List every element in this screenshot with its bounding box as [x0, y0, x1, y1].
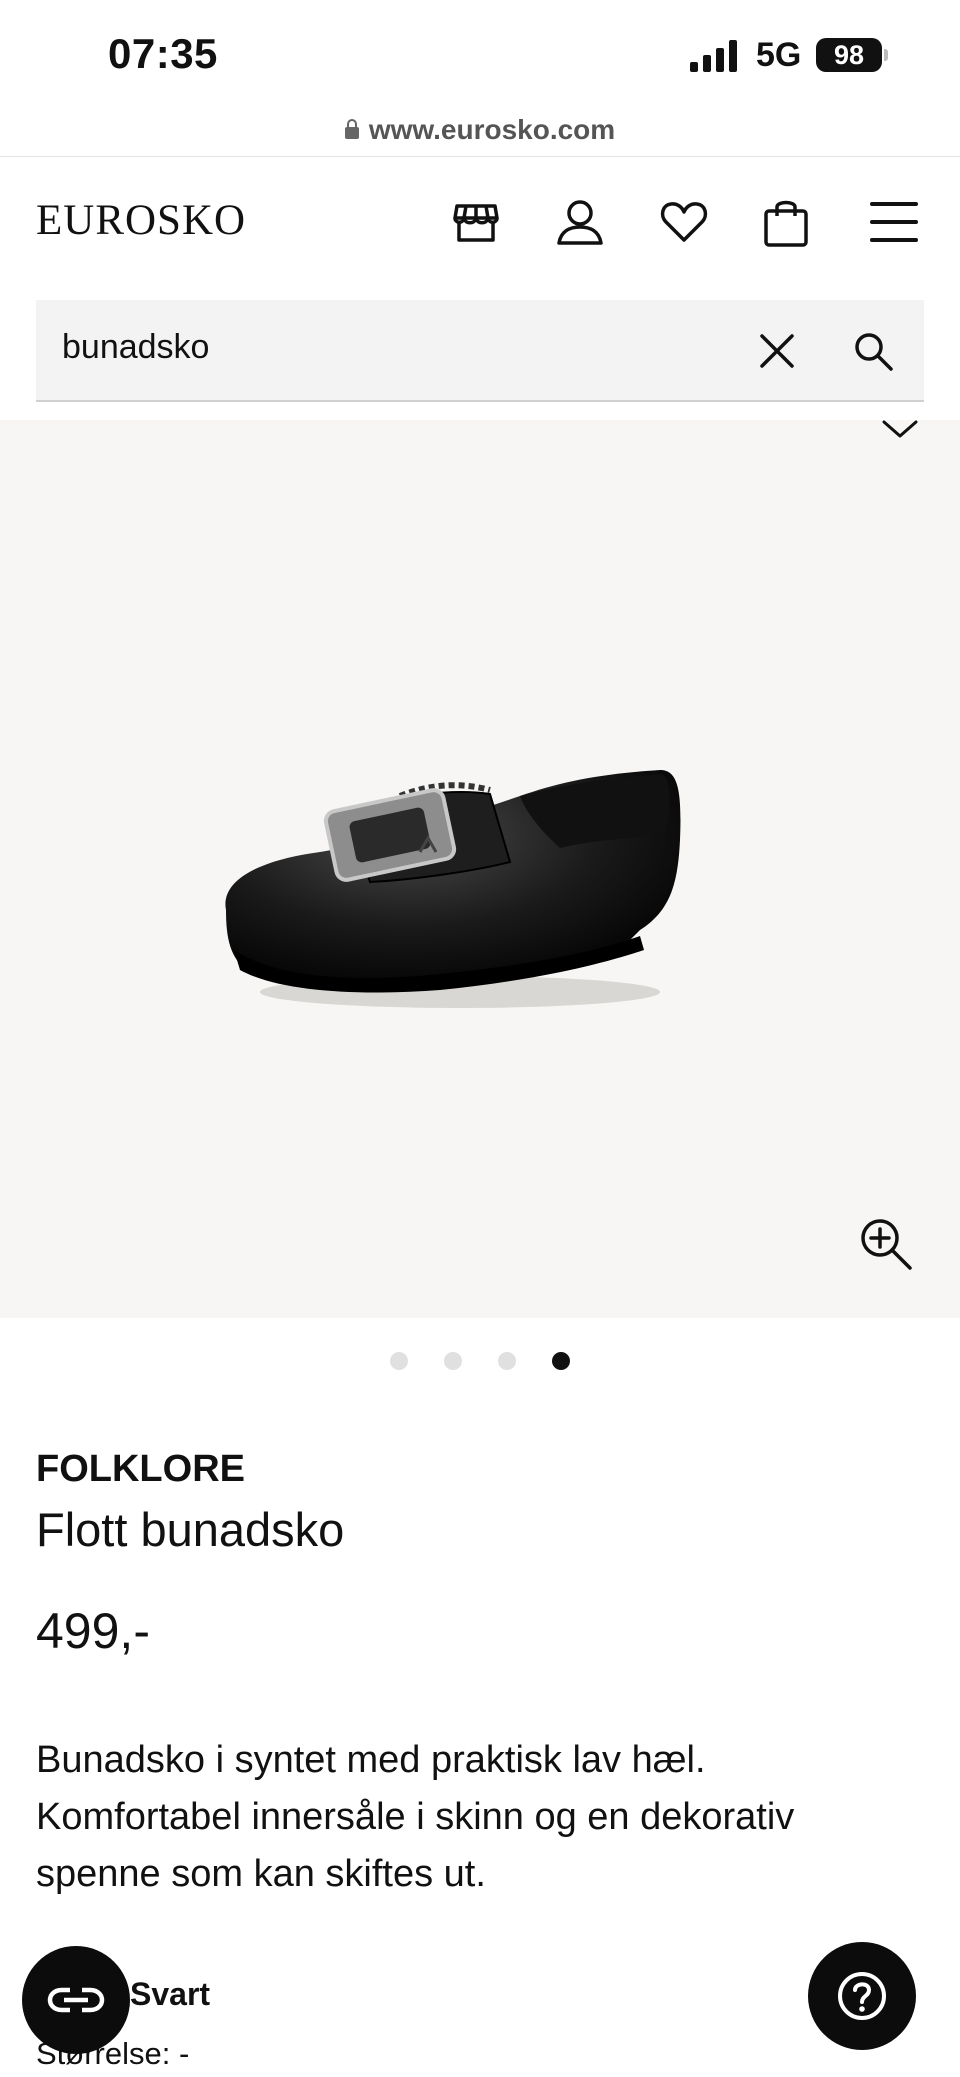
battery-indicator: 98 — [816, 38, 882, 72]
link-icon — [47, 1987, 105, 2013]
zoom-icon[interactable] — [858, 1216, 914, 1272]
search-input[interactable] — [62, 328, 742, 367]
product-title: Flott bunadsko — [36, 1503, 345, 1556]
product-description: Bunadsko i syntet med praktisk lav hæl. … — [36, 1732, 916, 1903]
header-divider — [0, 156, 960, 157]
description-line: spenne som kan skiftes ut. — [36, 1853, 486, 1895]
carousel-dot-active[interactable] — [552, 1352, 570, 1370]
lock-icon — [344, 119, 359, 139]
description-line: Bunadsko i syntet med praktisk lav hæl. — [36, 1739, 706, 1781]
chevron-down-icon[interactable] — [880, 418, 920, 442]
status-bar: 07:35 5G 98 — [0, 0, 960, 115]
search-bar — [36, 300, 924, 402]
menu-icon[interactable] — [868, 196, 920, 248]
heart-icon[interactable] — [658, 196, 710, 248]
product-brand[interactable]: FOLKLORE — [36, 1448, 245, 1491]
site-logo[interactable]: EUROSKO — [36, 196, 246, 245]
carousel-dot[interactable] — [390, 1352, 408, 1370]
help-button[interactable] — [808, 1942, 916, 2050]
store-icon[interactable] — [450, 196, 502, 248]
carousel-dot[interactable] — [498, 1352, 516, 1370]
search-icon[interactable] — [850, 328, 896, 374]
battery-tip — [884, 49, 888, 61]
shoe-illustration — [225, 770, 681, 1008]
signal-icon — [690, 40, 737, 72]
user-icon[interactable] — [554, 196, 606, 248]
bag-icon[interactable] — [760, 196, 812, 248]
network-type: 5G — [756, 36, 802, 74]
accessibility-button[interactable] — [22, 1946, 130, 2054]
carousel-dots — [0, 1352, 960, 1376]
product-color: Svart — [130, 1976, 211, 2012]
url-bar[interactable]: www.eurosko.com — [0, 105, 960, 155]
product-price: 499,- — [36, 1603, 150, 1659]
help-icon — [838, 1972, 886, 2020]
url-text: www.eurosko.com — [368, 114, 616, 145]
clear-search-icon[interactable] — [754, 328, 800, 374]
status-time: 07:35 — [108, 30, 218, 77]
carousel-dot[interactable] — [444, 1352, 462, 1370]
description-line: Komfortabel innersåle i skinn og en deko… — [36, 1796, 795, 1838]
